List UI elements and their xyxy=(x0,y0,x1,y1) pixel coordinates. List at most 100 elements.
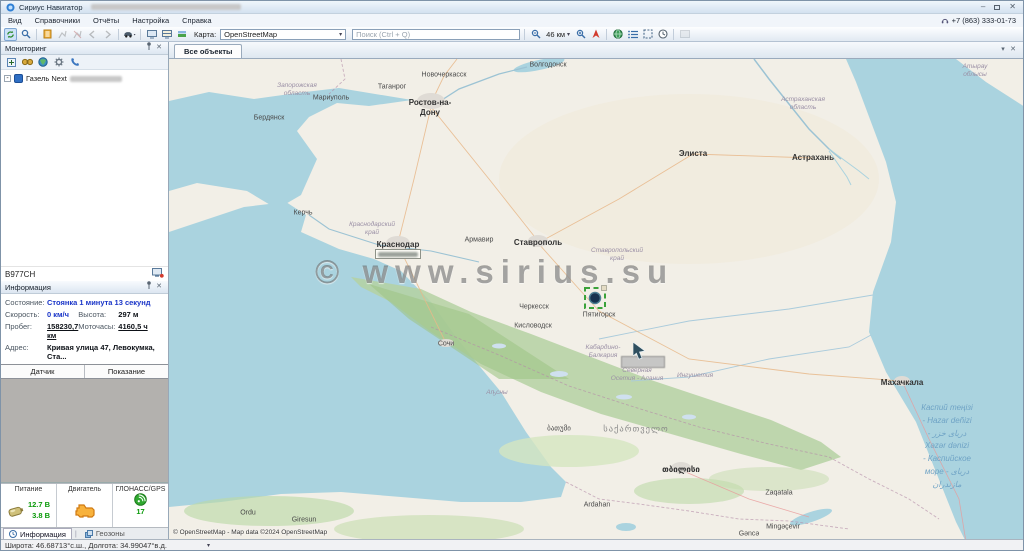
map-attribution: © OpenStreetMap - Map data ©2024 OpenStr… xyxy=(173,529,327,536)
vehicle-tree: - Газель Next xyxy=(1,70,168,266)
redacted-plate-text xyxy=(70,76,122,82)
headset-icon xyxy=(941,17,949,25)
menu-otchety[interactable]: Отчёты xyxy=(93,16,119,25)
close-icon[interactable]: ✕ xyxy=(154,43,164,53)
sensor-table-body[interactable] xyxy=(1,379,168,483)
vehicle-marker[interactable] xyxy=(582,285,608,311)
power-box: Питание 12.7 В 3.8 В xyxy=(1,484,57,527)
globe-icon[interactable] xyxy=(37,56,49,68)
layers-button[interactable] xyxy=(175,28,188,41)
map-label: Ставрополь xyxy=(514,238,562,248)
phone-icon[interactable] xyxy=(69,56,81,68)
track-hide-button[interactable] xyxy=(71,28,84,41)
engine-icon xyxy=(74,502,96,518)
map-label: Бердянск xyxy=(254,115,285,124)
mileage-value[interactable]: 158230,7 км xyxy=(47,322,78,340)
map-tab-all-objects[interactable]: Все объекты xyxy=(174,44,242,58)
status-boxes: Питание 12.7 В 3.8 В Двигатель xyxy=(1,483,168,527)
north-arrow-button[interactable] xyxy=(589,28,602,41)
altitude-label: Высота: xyxy=(78,310,118,319)
search-button[interactable] xyxy=(19,28,32,41)
title-bar: Сириус Навигатор – ✕ xyxy=(1,1,1023,14)
menu-spravochniki[interactable]: Справочники xyxy=(35,16,80,25)
zoom-in-button[interactable] xyxy=(574,28,587,41)
menu-nastroyka[interactable]: Настройка xyxy=(132,16,169,25)
info-fields: Состояние: Стоянка 1 минута 13 секунд Ск… xyxy=(1,294,168,364)
map-label: Черкесск xyxy=(519,304,549,313)
zoom-out-button[interactable] xyxy=(529,28,542,41)
map-select-label: Карта: xyxy=(194,30,216,39)
menu-vid[interactable]: Вид xyxy=(8,16,22,25)
track-prev-button[interactable] xyxy=(86,28,99,41)
map-label: Ставропольский край xyxy=(591,247,643,263)
tab-close-icon[interactable]: ✕ xyxy=(1008,45,1018,55)
tab-list-icon[interactable]: ▾ xyxy=(998,45,1008,55)
map-select[interactable]: OpenStreetMap ▾ xyxy=(220,29,346,40)
tab-information-label: Информация xyxy=(20,530,66,539)
binoculars-icon[interactable] xyxy=(21,56,33,68)
tree-item-label: Газель Next xyxy=(26,74,67,83)
pin-icon[interactable] xyxy=(144,281,154,293)
hours-value[interactable]: 4160,5 ч xyxy=(118,322,164,340)
maximize-button[interactable] xyxy=(994,5,1000,10)
hours-label: Моточасы: xyxy=(78,322,118,340)
tab-information[interactable]: Информация xyxy=(3,528,72,539)
history-clock-button[interactable] xyxy=(656,28,669,41)
extra-tool-button[interactable] xyxy=(678,28,691,41)
map-label: თბილისი xyxy=(662,465,700,475)
state-value: Стоянка 1 минута 13 секунд xyxy=(47,298,164,307)
sync-button[interactable] xyxy=(4,28,17,41)
speed-label: Скорость: xyxy=(5,310,47,319)
map-label: Пятигорск xyxy=(583,312,616,321)
map-label: Ростов-на- Дону xyxy=(409,98,452,118)
map-label: Мариуполь xyxy=(313,95,349,104)
close-button[interactable]: ✕ xyxy=(1009,3,1016,11)
report-button[interactable] xyxy=(41,28,54,41)
redacted-title-text xyxy=(91,4,241,10)
statusbar-dropdown-icon[interactable]: ▾ xyxy=(207,542,210,549)
screen-split-button[interactable] xyxy=(145,28,158,41)
vehicle-menu-button[interactable] xyxy=(123,28,136,41)
map-label: Астрахань xyxy=(792,153,834,163)
address-value: Кривая улица 47, Левокумка, Ста... xyxy=(47,343,164,361)
window-title: Сириус Навигатор xyxy=(19,3,83,12)
map-scale-select[interactable]: 46 км ▾ xyxy=(544,30,572,39)
map-label: Каспий теңізі - Hazar deñizi - دریای خزر… xyxy=(921,402,972,492)
left-panel: Мониторинг ✕ - Газель Next xyxy=(1,42,169,539)
state-label: Состояние: xyxy=(5,298,47,307)
tab-geozones[interactable]: Геозоны xyxy=(80,528,130,539)
clock-icon xyxy=(9,530,17,538)
support-phone: +7 (863) 333-01-73 xyxy=(941,16,1016,25)
map-label: Gəncə xyxy=(739,531,760,539)
sensor-table-header: Датчик Показание xyxy=(1,364,168,379)
tree-item-vehicle[interactable]: - Газель Next xyxy=(4,74,165,83)
search-input[interactable] xyxy=(352,29,520,40)
map-label: Астраханская область xyxy=(781,96,825,112)
pin-icon[interactable] xyxy=(144,42,154,54)
sensor-col-name: Датчик xyxy=(1,365,84,378)
connection-icon[interactable] xyxy=(152,268,164,280)
map-canvas[interactable]: НовочеркасскВолгодонскТаганрогРостов-на-… xyxy=(169,59,1023,539)
globe-button[interactable] xyxy=(611,28,624,41)
altitude-value: 297 м xyxy=(118,310,164,319)
track-next-button[interactable] xyxy=(101,28,114,41)
tree-expander-icon[interactable]: - xyxy=(4,75,11,82)
selected-vehicle-row[interactable]: B977CH xyxy=(1,266,168,281)
engine-label: Двигатель xyxy=(68,486,101,493)
map-label: Краснодарский край xyxy=(349,221,395,237)
monitoring-toolbar xyxy=(1,55,168,70)
screen-table-button[interactable] xyxy=(160,28,173,41)
object-list-button[interactable] xyxy=(626,28,639,41)
map-label: Giresun xyxy=(292,517,317,526)
menu-spravka[interactable]: Справка xyxy=(182,16,211,25)
expand-all-button[interactable] xyxy=(5,56,17,68)
chevron-down-icon: ▾ xyxy=(567,31,570,38)
track-show-button[interactable] xyxy=(56,28,69,41)
map-label: Армавир xyxy=(465,237,494,246)
select-area-button[interactable] xyxy=(641,28,654,41)
close-icon[interactable]: ✕ xyxy=(154,282,164,292)
map-label: Махачкала xyxy=(881,378,924,388)
vehicle-plate-label-redacted[interactable] xyxy=(375,249,421,259)
gear-icon[interactable] xyxy=(53,56,65,68)
minimize-button[interactable]: – xyxy=(981,3,985,11)
